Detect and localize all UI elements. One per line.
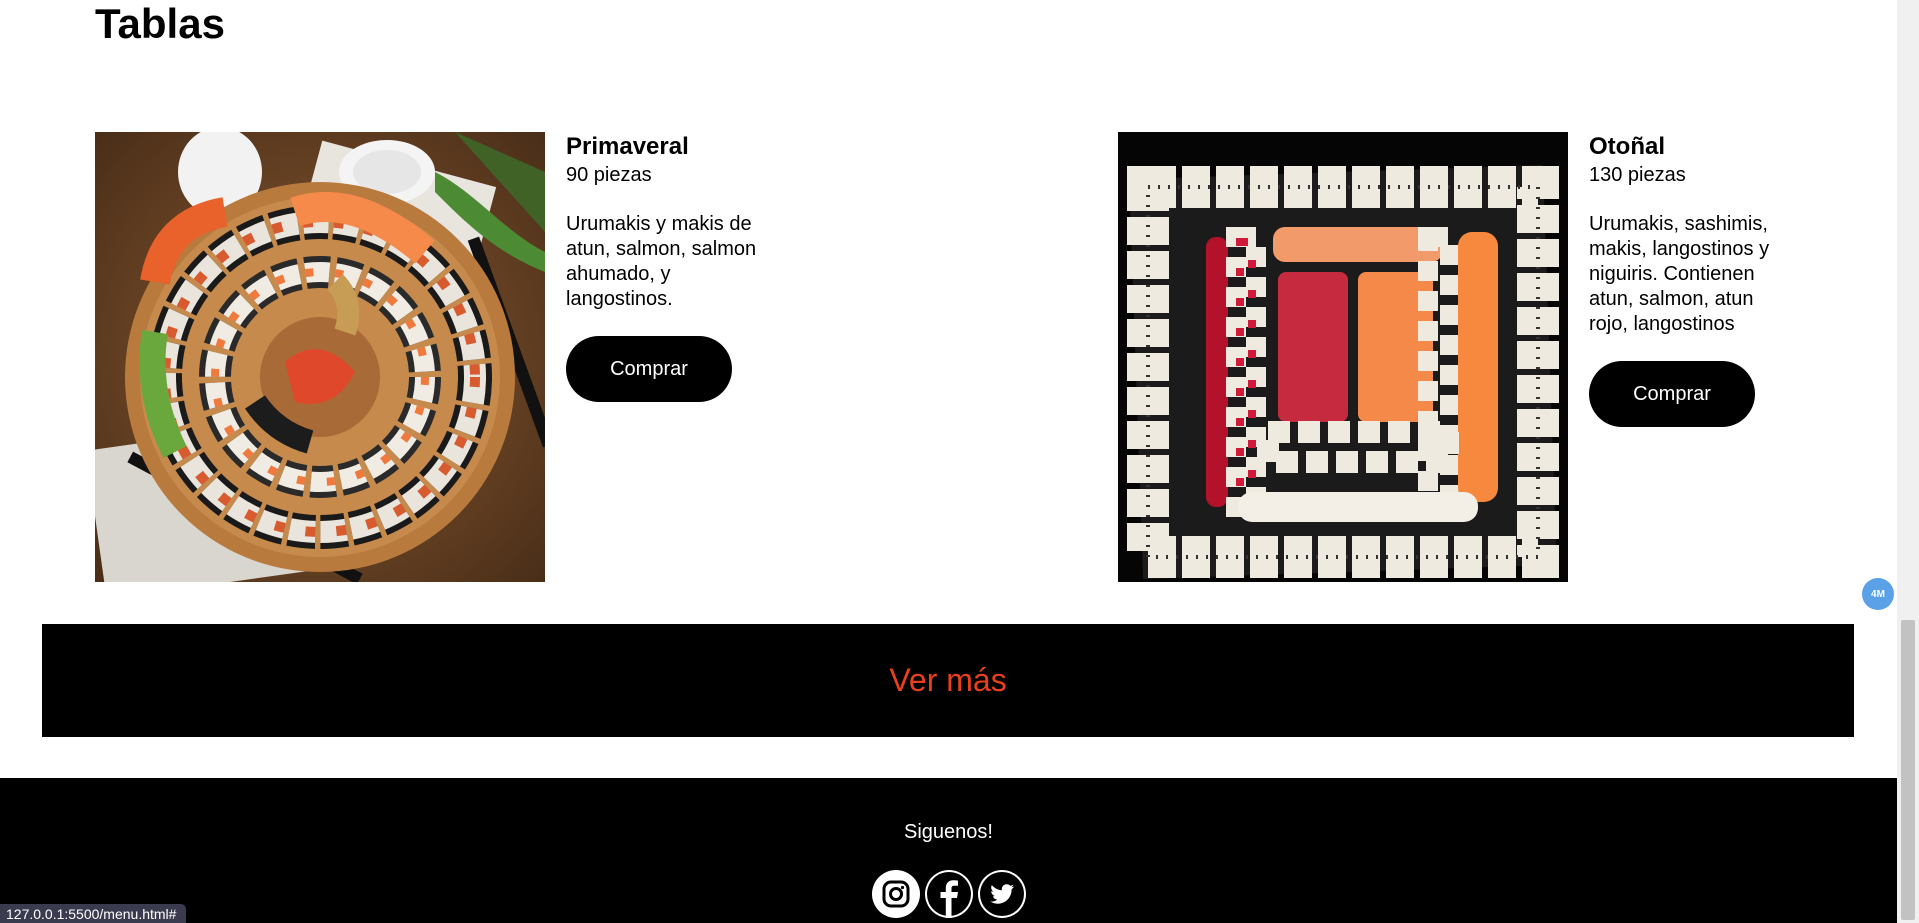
follow-label: Siguenos! xyxy=(904,821,993,843)
product-name: Otoñal xyxy=(1589,133,1665,160)
twitter-icon[interactable] xyxy=(977,870,1026,918)
ver-mas-button[interactable]: Ver más xyxy=(42,624,1854,737)
content: Tablas Primaveral 90 piezas Urumakis y m… xyxy=(0,0,1897,923)
sushi-platter-square-image xyxy=(1118,132,1568,582)
buy-button-otonal[interactable]: Comprar xyxy=(1589,361,1755,427)
product-info: Otoñal 130 piezas Urumakis, sashimis, ma… xyxy=(1589,132,1789,582)
product-description: Urumakis, sashimis, makis, langostinos y… xyxy=(1589,213,1770,335)
product-pieces: 90 piezas xyxy=(566,164,652,186)
facebook-icon[interactable] xyxy=(924,870,973,918)
product-card-primaveral: Primaveral 90 piezas Urumakis y makis de… xyxy=(95,132,766,582)
product-info: Primaveral 90 piezas Urumakis y makis de… xyxy=(566,132,766,582)
extension-badge[interactable]: 4M xyxy=(1862,578,1894,610)
sushi-platter-round-image xyxy=(95,132,545,582)
scrollbar-thumb[interactable] xyxy=(1901,620,1915,920)
social-links xyxy=(0,870,1897,918)
buy-button-primaveral[interactable]: Comprar xyxy=(566,336,732,402)
scrollbar[interactable] xyxy=(1897,0,1919,923)
product-pieces: 130 piezas xyxy=(1589,164,1686,186)
status-bar-url: 127.0.0.1:5500/menu.html# xyxy=(0,904,187,923)
product-description: Urumakis y makis de atun, salmon, salmon… xyxy=(566,213,757,310)
footer: Siguenos! xyxy=(0,778,1897,923)
instagram-icon[interactable] xyxy=(871,870,920,918)
page: Tablas Primaveral 90 piezas Urumakis y m… xyxy=(0,0,1919,923)
product-name: Primaveral xyxy=(566,133,689,160)
product-card-otonal: Otoñal 130 piezas Urumakis, sashimis, ma… xyxy=(1118,132,1789,582)
section-title: Tablas xyxy=(95,0,225,47)
